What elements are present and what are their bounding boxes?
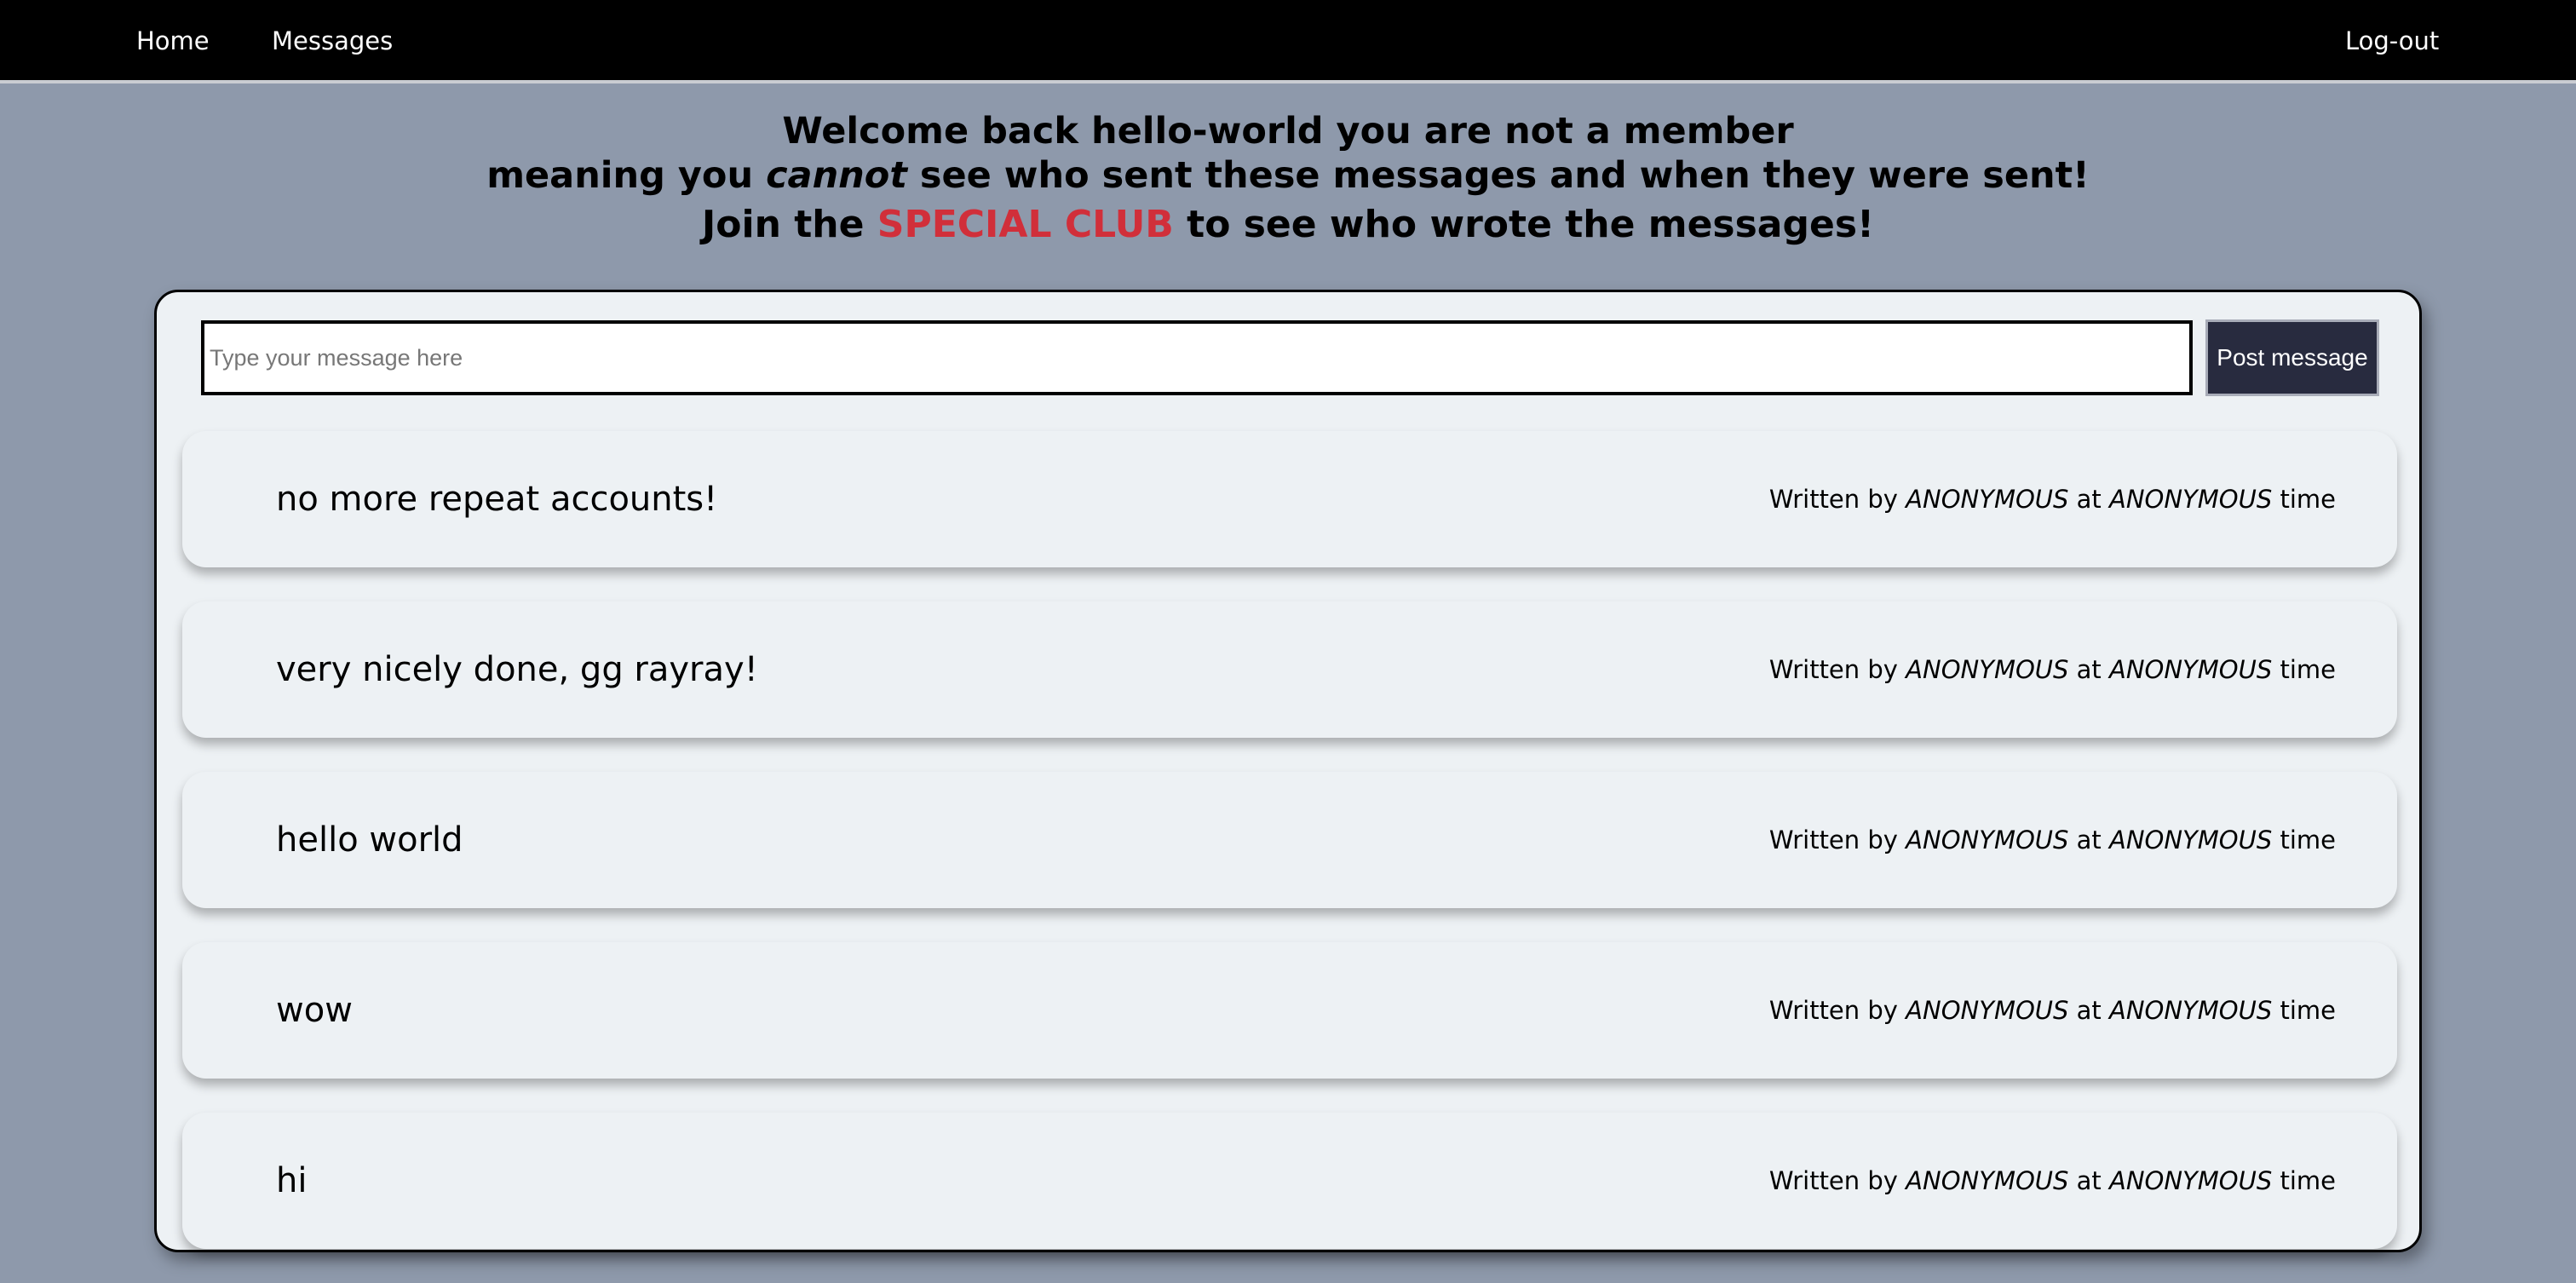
- at-label: at: [2068, 485, 2109, 514]
- top-navbar: Home Messages Log-out: [0, 0, 2576, 83]
- message-time: ANONYMOUS: [2109, 826, 2273, 854]
- nav-logout-link[interactable]: Log-out: [2345, 24, 2439, 58]
- author-name: ANONYMOUS: [1906, 996, 2069, 1025]
- written-by-label: Written by: [1768, 1166, 1906, 1195]
- message-text: hi: [276, 1161, 308, 1200]
- message-text: wow: [276, 991, 353, 1030]
- message-time: ANONYMOUS: [2109, 485, 2273, 514]
- author-name: ANONYMOUS: [1906, 485, 2069, 514]
- join-suffix: to see who wrote the messages!: [1173, 203, 1875, 246]
- author-name: ANONYMOUS: [1906, 655, 2069, 684]
- message-card: wow Written by ANONYMOUS at ANONYMOUS ti…: [182, 942, 2397, 1079]
- message-text: no more repeat accounts!: [276, 480, 718, 519]
- notice-suffix: see who sent these messages and when the…: [906, 154, 2090, 197]
- written-by-label: Written by: [1768, 485, 1906, 514]
- message-card: very nicely done, gg rayray! Written by …: [182, 601, 2397, 738]
- message-input[interactable]: [201, 320, 2193, 395]
- message-list: no more repeat accounts! Written by ANON…: [182, 431, 2397, 1283]
- time-suffix: time: [2272, 655, 2336, 684]
- message-time: ANONYMOUS: [2109, 655, 2273, 684]
- welcome-line: Welcome back hello-world you are not a m…: [782, 110, 1794, 152]
- written-by-label: Written by: [1768, 826, 1906, 854]
- written-by-label: Written by: [1768, 655, 1906, 684]
- post-message-button[interactable]: Post message: [2205, 319, 2379, 396]
- time-suffix: time: [2272, 826, 2336, 854]
- at-label: at: [2068, 996, 2109, 1025]
- notice-line: meaning you cannot see who sent these me…: [0, 153, 2576, 198]
- at-label: at: [2068, 1166, 2109, 1195]
- welcome-header: Welcome back hello-world you are not a m…: [0, 109, 2576, 250]
- time-suffix: time: [2272, 485, 2336, 514]
- time-suffix: time: [2272, 1166, 2336, 1195]
- message-time: ANONYMOUS: [2109, 1166, 2273, 1195]
- message-text: hello world: [276, 820, 463, 860]
- message-card: hello world Written by ANONYMOUS at ANON…: [182, 772, 2397, 908]
- message-text: very nicely done, gg rayray!: [276, 650, 758, 689]
- message-meta: Written by ANONYMOUS at ANONYMOUS time: [1769, 823, 2336, 857]
- join-prefix: Join the: [701, 203, 877, 246]
- author-name: ANONYMOUS: [1906, 1166, 2069, 1195]
- at-label: at: [2068, 655, 2109, 684]
- join-line: Join the SPECIAL CLUB to see who wrote t…: [0, 199, 2576, 250]
- message-board: Post message no more repeat accounts! Wr…: [154, 290, 2422, 1252]
- message-meta: Written by ANONYMOUS at ANONYMOUS time: [1769, 482, 2336, 516]
- nav-home-link[interactable]: Home: [136, 24, 210, 58]
- written-by-label: Written by: [1768, 996, 1906, 1025]
- message-meta: Written by ANONYMOUS at ANONYMOUS time: [1769, 653, 2336, 687]
- special-club-text: SPECIAL CLUB: [877, 203, 1174, 246]
- message-time: ANONYMOUS: [2109, 996, 2273, 1025]
- at-label: at: [2068, 826, 2109, 854]
- notice-prefix: meaning you: [486, 154, 767, 197]
- author-name: ANONYMOUS: [1906, 826, 2069, 854]
- message-card: no more repeat accounts! Written by ANON…: [182, 431, 2397, 567]
- message-card: hi Written by ANONYMOUS at ANONYMOUS tim…: [182, 1113, 2397, 1249]
- notice-emphasis: cannot: [766, 154, 907, 197]
- message-meta: Written by ANONYMOUS at ANONYMOUS time: [1769, 993, 2336, 1027]
- time-suffix: time: [2272, 996, 2336, 1025]
- message-meta: Written by ANONYMOUS at ANONYMOUS time: [1769, 1164, 2336, 1198]
- nav-messages-link[interactable]: Messages: [272, 24, 393, 58]
